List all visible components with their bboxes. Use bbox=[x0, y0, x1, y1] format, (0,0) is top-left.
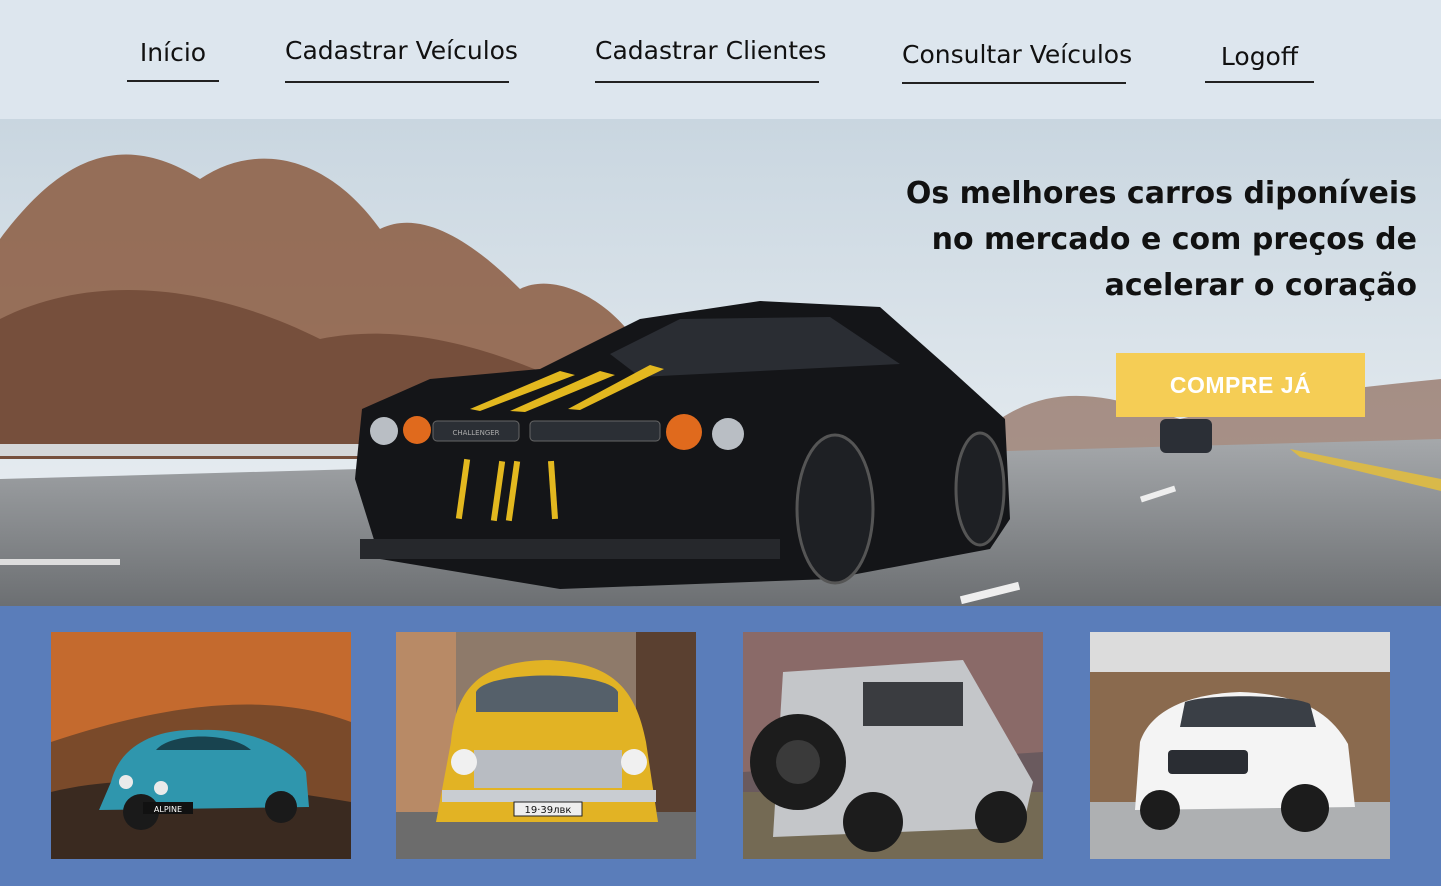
nav-link-consultar-veiculos[interactable]: Consultar Veículos bbox=[902, 40, 1132, 84]
gallery-card-jeep-wrangler[interactable] bbox=[743, 632, 1043, 859]
gallery-card-jeep-grand-cherokee[interactable] bbox=[1090, 632, 1390, 859]
nav-link-inicio[interactable]: Início bbox=[127, 38, 219, 82]
car-gallery: ALPINE 19·39лвк bbox=[0, 606, 1441, 886]
nav-link-cadastrar-veiculos[interactable]: Cadastrar Veículos bbox=[285, 36, 518, 83]
lada-plate: 19·39лвк bbox=[525, 805, 572, 816]
top-navigation: Início Cadastrar Veículos Cadastrar Clie… bbox=[0, 0, 1441, 119]
gallery-card-lada[interactable]: 19·39лвк bbox=[396, 632, 696, 859]
white-suv-icon bbox=[1090, 632, 1390, 859]
hero-headline: Os melhores carros diponíveis no mercado… bbox=[905, 176, 1417, 303]
gallery-card-alpine[interactable]: ALPINE bbox=[51, 632, 351, 859]
off-road-jeep-icon bbox=[743, 632, 1043, 859]
hero-car-badge: CHALLENGER bbox=[452, 429, 499, 437]
compre-ja-button[interactable]: COMPRE JÁ bbox=[1116, 353, 1365, 417]
alpine-plate: ALPINE bbox=[154, 805, 182, 814]
hero-banner: CHALLENGER Os melhores carros diponíveis… bbox=[0, 119, 1441, 606]
vintage-sedan-icon: 19·39лвк bbox=[396, 632, 696, 859]
nav-link-cadastrar-clientes[interactable]: Cadastrar Clientes bbox=[595, 36, 826, 83]
vintage-sports-car-icon: ALPINE bbox=[51, 632, 351, 859]
nav-link-logoff[interactable]: Logoff bbox=[1205, 42, 1314, 83]
